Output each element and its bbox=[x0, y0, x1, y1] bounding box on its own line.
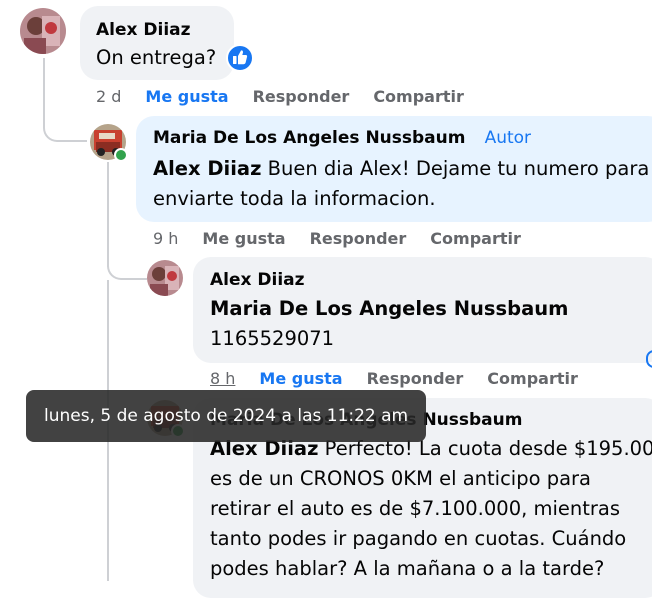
share-button[interactable]: Compartir bbox=[487, 369, 578, 388]
online-status-indicator bbox=[114, 148, 128, 162]
comment-text-line: retirar el auto es de $7.100.000, mientr… bbox=[210, 497, 621, 520]
timestamp[interactable]: 2 d bbox=[96, 87, 121, 106]
reply-button[interactable]: Responder bbox=[253, 87, 350, 106]
comment-author[interactable]: Alex Diiaz bbox=[210, 270, 305, 290]
like-button[interactable]: Me gusta bbox=[145, 87, 228, 106]
timestamp[interactable]: 9 h bbox=[153, 229, 178, 248]
mention-link[interactable]: Alex Diiaz bbox=[153, 157, 261, 180]
avatar[interactable] bbox=[147, 260, 183, 296]
author-badge: Autor bbox=[484, 128, 532, 148]
thumbs-up-icon[interactable] bbox=[226, 44, 254, 72]
comment-text-line: podes hablar? A la mañana o a la tarde? bbox=[210, 557, 605, 580]
thread-connector bbox=[107, 250, 147, 280]
reply-button[interactable]: Responder bbox=[310, 229, 407, 248]
share-button[interactable]: Compartir bbox=[373, 87, 464, 106]
comment-header: Maria De Los Angeles Nussbaum Autor bbox=[153, 128, 531, 148]
comment-text: Maria De Los Angeles Nussbaum 1165529071 bbox=[210, 294, 568, 354]
comment-author[interactable]: Alex Diiaz bbox=[96, 20, 191, 40]
comment-actions: 8 h Me gusta Responder Compartir bbox=[210, 369, 578, 388]
thread-line bbox=[43, 58, 45, 118]
avatar[interactable] bbox=[20, 8, 66, 54]
comment-actions: 2 d Me gusta Responder Compartir bbox=[96, 87, 464, 106]
comment-text: Alex Diiaz Buen dia Alex! Dejame tu nume… bbox=[153, 154, 649, 214]
thread-connector bbox=[43, 118, 87, 142]
like-button[interactable]: Me gusta bbox=[202, 229, 285, 248]
timestamp-tooltip: lunes, 5 de agosto de 2024 a las 11:22 a… bbox=[26, 390, 427, 442]
comment-text-line: 1165529071 bbox=[210, 327, 335, 350]
comment-text-line: enviarte toda la informacion. bbox=[153, 187, 436, 210]
comment-text: Alex Diiaz Perfecto! La cuota desde $195… bbox=[210, 434, 652, 584]
comment-text: On entrega? bbox=[96, 46, 217, 69]
timestamp[interactable]: 8 h bbox=[210, 369, 235, 388]
mention-link[interactable]: Maria De Los Angeles Nussbaum bbox=[210, 297, 568, 320]
reply-button[interactable]: Responder bbox=[367, 369, 464, 388]
comment-text-line: tanto podes ir pagando en cuotas. Cuándo bbox=[210, 527, 627, 550]
comment-text-line: es de un CRONOS 0KM el anticipo para bbox=[210, 467, 592, 490]
comment-text-line: Buen dia Alex! Dejame tu numero para bbox=[267, 157, 650, 180]
share-button[interactable]: Compartir bbox=[430, 229, 521, 248]
comment-author[interactable]: Maria De Los Angeles Nussbaum bbox=[153, 128, 465, 148]
like-button[interactable]: Me gusta bbox=[259, 369, 342, 388]
chevron-right-icon[interactable] bbox=[646, 350, 652, 368]
comment-actions: 9 h Me gusta Responder Compartir bbox=[153, 229, 521, 248]
